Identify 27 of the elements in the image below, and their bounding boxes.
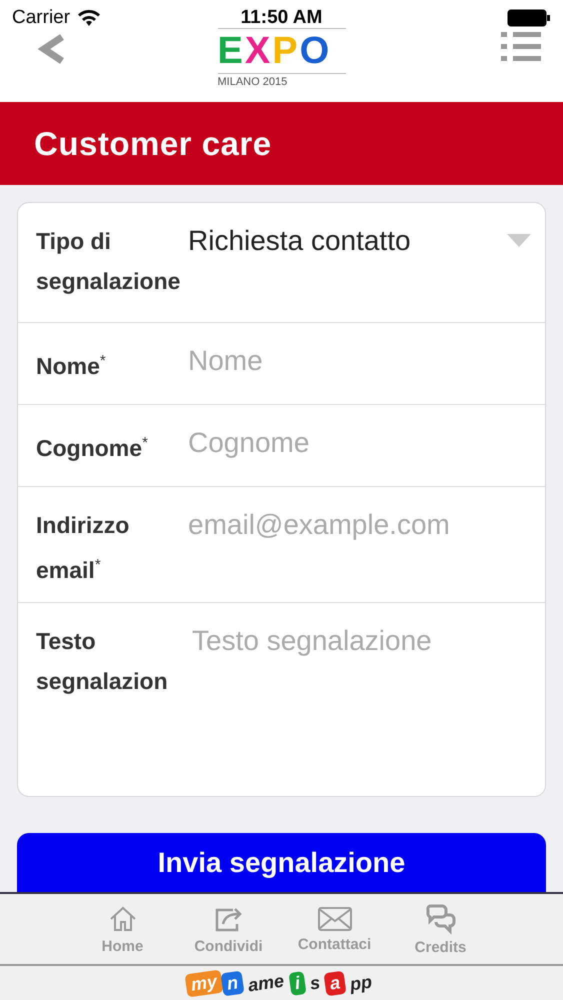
- back-icon[interactable]: [38, 34, 66, 64]
- page-title: Customer care: [34, 124, 272, 162]
- text-area[interactable]: Testo segnalazione: [188, 624, 535, 775]
- battery-icon: [507, 9, 551, 27]
- footer-logo: my n ame i s a pp: [186, 972, 377, 994]
- carrier-name: Carrier: [12, 7, 70, 29]
- field-label: Nome$^{*}$: [36, 352, 106, 379]
- envelope-icon: [316, 906, 352, 932]
- tab-item[interactable]: Contattaci: [282, 894, 388, 964]
- menu-icon[interactable]: [501, 30, 541, 64]
- expo-logo: EXPO MILANO 2015: [218, 26, 346, 88]
- submit-button[interactable]: Invia segnalazione: [17, 832, 546, 892]
- dropdown-arrow-icon: [507, 234, 531, 248]
- input-field[interactable]: email@example.com: [188, 509, 531, 541]
- wifi-icon: [78, 10, 100, 26]
- field-label: Cognome$^{*}$: [36, 434, 148, 461]
- field-label: Testo segnalazion: [36, 628, 168, 694]
- input-field[interactable]: Cognome: [188, 427, 531, 459]
- input-field[interactable]: Nome: [188, 345, 531, 377]
- field-label: Tipo di segnalazione: [36, 228, 180, 294]
- field-label: Indirizzo email$^{*}$: [36, 512, 130, 583]
- select-field[interactable]: Richiesta contatto: [188, 225, 531, 257]
- tab-item[interactable]: Condividi: [176, 894, 282, 964]
- tab-item[interactable]: Credits: [388, 894, 494, 964]
- status-time: 11:50 AM: [240, 7, 322, 29]
- chat-icon: [424, 902, 458, 934]
- tab-item[interactable]: Home: [70, 894, 176, 964]
